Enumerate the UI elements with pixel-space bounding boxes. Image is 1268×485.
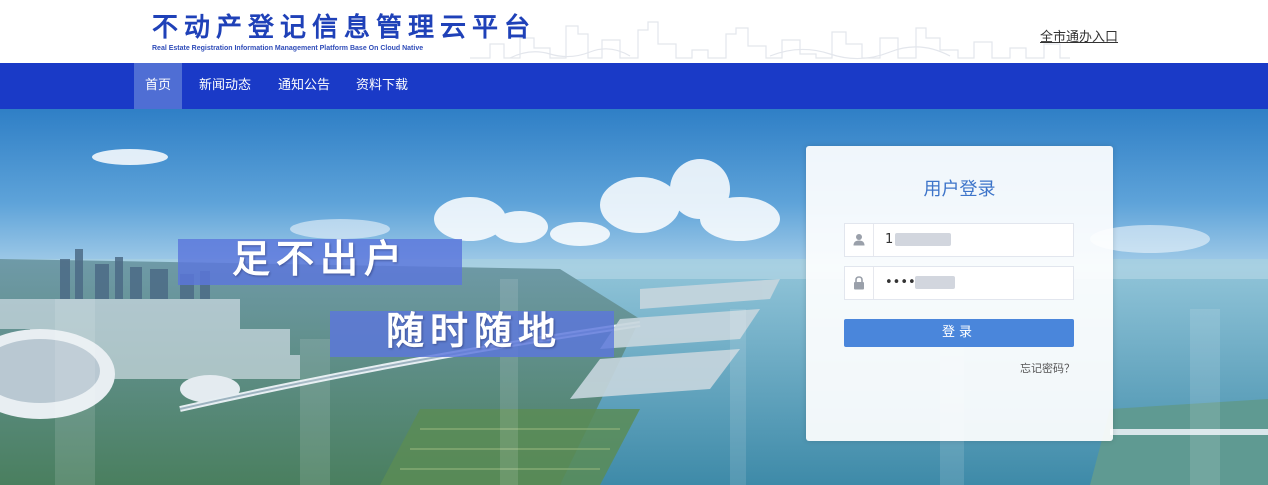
user-icon bbox=[845, 224, 874, 256]
login-button[interactable]: 登录 bbox=[844, 319, 1074, 347]
site-logo[interactable]: 不动产登记信息管理云平台 Real Estate Registration In… bbox=[152, 13, 536, 54]
site-subtitle: Real Estate Registration Information Man… bbox=[152, 45, 424, 52]
skyline-decoration bbox=[470, 21, 1070, 60]
site-header: 不动产登记信息管理云平台 Real Estate Registration In… bbox=[0, 0, 1268, 63]
city-entry-link[interactable]: 全市通办入口 bbox=[1040, 26, 1118, 45]
password-redacted-mask bbox=[915, 276, 955, 289]
username-redacted-mask bbox=[895, 233, 951, 246]
slogan-line-2: 随时随地 bbox=[386, 309, 563, 353]
slogan-line-1: 足不出户 bbox=[232, 237, 409, 281]
nav-item-home[interactable]: 首页 bbox=[134, 63, 182, 109]
site-title: 不动产登记信息管理云平台 bbox=[152, 13, 537, 43]
forgot-password-link[interactable]: 忘记密码？ bbox=[1020, 360, 1075, 376]
main-nav: 首页 新闻动态 通知公告 资料下载 bbox=[0, 63, 1268, 109]
nav-item-downloads[interactable]: 资料下载 bbox=[350, 63, 414, 109]
username-field[interactable]: 1 bbox=[844, 223, 1074, 257]
username-value: 1 bbox=[885, 232, 894, 247]
nav-item-news[interactable]: 新闻动态 bbox=[193, 63, 257, 109]
login-title: 用户登录 bbox=[923, 179, 996, 200]
nav-item-notices[interactable]: 通知公告 bbox=[272, 63, 336, 109]
lock-icon bbox=[845, 267, 874, 299]
password-field[interactable]: ••••• bbox=[844, 266, 1074, 300]
login-panel: 用户登录 1 ••••• 登录 忘记密码？ bbox=[806, 146, 1113, 441]
